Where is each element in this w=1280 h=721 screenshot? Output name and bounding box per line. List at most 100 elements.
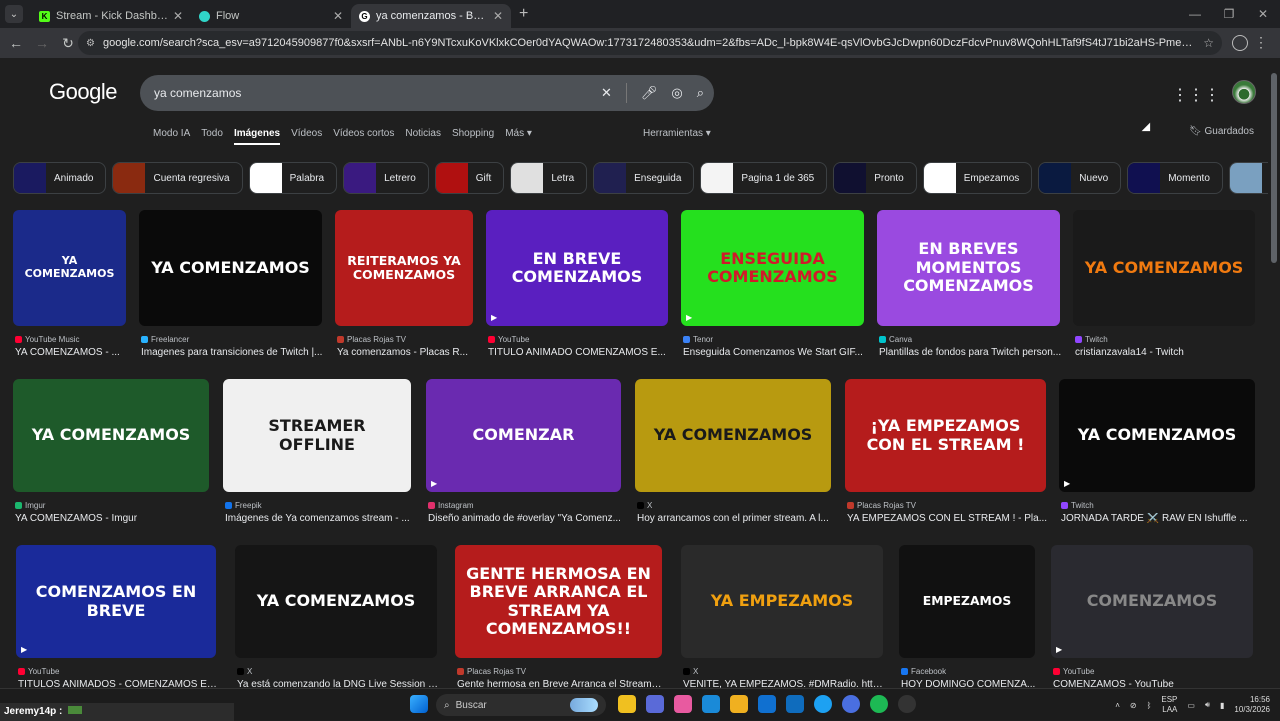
clear-icon[interactable]: ✕ [601,85,612,101]
result-thumbnail[interactable]: REITERAMOS YA COMENZAMOS [335,210,473,326]
result-source[interactable]: Twitch [1061,501,1257,510]
result-thumbnail[interactable]: COMENZAMOS ▶ [1051,545,1253,658]
result-thumbnail[interactable]: EN BREVE COMENZAMOS ▶ [486,210,668,326]
minimize-icon[interactable]: — [1178,7,1212,21]
google-apps-icon[interactable]: ⋮⋮⋮ [1172,85,1220,105]
microphone-icon[interactable]: 🎤︎ [641,85,658,101]
folder-icon[interactable] [730,695,748,713]
bluetooth-icon[interactable]: ᛒ [1147,701,1152,710]
network-off-icon[interactable]: ⊘ [1130,701,1137,710]
restore-icon[interactable]: ❐ [1212,7,1246,21]
chevron-up-icon[interactable]: ˄ [1115,701,1120,710]
browser-tab-google[interactable]: G ya comenzamos - Buscar con G ✕ [351,4,511,28]
result-thumbnail[interactable]: EMPEZAMOS [899,545,1035,658]
result-title[interactable]: Plantillas de fondos para Twitch person.… [879,347,1062,358]
tab-videos[interactable]: Vídeos [291,128,322,145]
result-thumbnail[interactable]: STREAMER OFFLINE [223,379,411,492]
filter-chip[interactable]: Cuenta regresiva [112,162,243,194]
tab-todo[interactable]: Todo [201,128,223,145]
result-thumbnail[interactable]: YA COMENZAMOS [1073,210,1255,326]
taskbar-search[interactable]: ⌕ Buscar [436,694,606,716]
result-thumbnail[interactable]: YA COMENZAMOS [139,210,322,326]
result-source[interactable]: Imgur [15,501,211,510]
site-info-icon[interactable]: ⚙ [86,38,95,49]
result-thumbnail[interactable]: EN BREVES MOMENTOS COMENZAMOS [877,210,1060,326]
tab-noticias[interactable]: Noticias [405,128,441,145]
result-source[interactable]: Placas Rojas TV [847,501,1048,510]
result-title[interactable]: Hoy arrancamos con el primer stream. A l… [637,513,833,524]
browser-tab-kick[interactable]: K Stream - Kick Dashboard ✕ [31,4,191,28]
result-title[interactable]: JORNADA TARDE ⚔️ RAW EN Ishuffle ... [1061,513,1257,524]
filter-chip[interactable]: Letra [510,162,588,194]
filter-chip[interactable]: Momento [1127,162,1223,194]
result-source[interactable]: YouTube [18,667,218,676]
result-title[interactable]: Imágenes de Ya comenzamos stream - ... [225,513,413,524]
teams-icon[interactable] [646,695,664,713]
filter-chip[interactable]: Pronto [833,162,917,194]
page-scrollbar[interactable] [1268,58,1280,688]
new-tab-button[interactable]: + [519,5,528,23]
bookmark-star-icon[interactable]: ☆ [1203,36,1214,50]
result-thumbnail[interactable]: ENSEGUIDA COMENZAMOS ▶ [681,210,864,326]
copilot-icon[interactable] [674,695,692,713]
input-language[interactable]: ESP LAA [1161,695,1177,715]
filter-chip[interactable]: Enseguida [593,162,695,194]
filter-chip[interactable]: Palabra [248,162,338,194]
filter-chip[interactable]: Letrero [343,162,429,194]
saved-button[interactable]: 🔖︎ Guardados [1189,126,1254,137]
obs-icon[interactable] [898,695,916,713]
discord-icon[interactable] [842,695,860,713]
result-source[interactable]: Instagram [428,501,623,510]
display-icon[interactable]: ▭ [1187,701,1195,710]
google-logo[interactable]: Google [49,79,117,105]
result-source[interactable]: Freepik [225,501,413,510]
result-source[interactable]: Freelancer [141,335,324,344]
reload-icon[interactable]: ↻ [56,35,80,52]
result-thumbnail[interactable]: YA COMENZAMOS [13,210,126,326]
store-icon[interactable] [758,695,776,713]
result-title[interactable]: Imagenes para transiciones de Twitch |..… [141,347,324,358]
result-source[interactable]: Twitch [1075,335,1257,344]
filter-chip[interactable]: Animado [13,162,107,194]
result-title[interactable]: YA COMENZAMOS - ... [15,347,128,358]
result-thumbnail[interactable]: COMENZAR ▶ [426,379,621,492]
result-thumbnail[interactable]: YA COMENZAMOS [635,379,831,492]
spotify-icon[interactable] [870,695,888,713]
result-source[interactable]: YouTube Music [15,335,128,344]
tools-button[interactable]: Herramientas ▾ [643,128,711,139]
filter-chip[interactable]: Gift [434,162,505,194]
tab-videos-cortos[interactable]: Vídeos cortos [333,128,394,145]
result-title[interactable]: YA EMPEZAMOS CON EL STREAM ! - Pla... [847,513,1048,524]
result-source[interactable]: Tenor [683,335,866,344]
battery-icon[interactable]: ▮ [1220,701,1224,710]
result-thumbnail[interactable]: GENTE HERMOSA EN BREVE ARRANCA EL STREAM… [455,545,662,658]
tab-shopping[interactable]: Shopping [452,128,494,145]
result-source[interactable]: X [637,501,833,510]
address-bar[interactable]: ⚙ google.com/search?sca_esv=a97120459098… [78,31,1222,55]
result-source[interactable]: Canva [879,335,1062,344]
result-title[interactable]: TITULO ANIMADO COMENZAMOS E... [488,347,670,358]
volume-icon[interactable]: 🔊︎ [1205,700,1210,710]
edge-icon[interactable] [702,695,720,713]
close-tab-icon[interactable]: ✕ [493,9,503,23]
file-explorer-icon[interactable] [618,695,636,713]
result-source[interactable]: Placas Rojas TV [337,335,475,344]
browser-tab-flow[interactable]: Flow ✕ [191,4,351,28]
result-title[interactable]: YA COMENZAMOS - Imgur [15,513,211,524]
filter-chip[interactable]: Pagina 1 de 365 [700,162,828,194]
result-source[interactable]: X [237,667,439,676]
result-thumbnail[interactable]: YA EMPEZAMOS [681,545,883,658]
search-icon[interactable]: ⌕ [697,85,704,101]
filter-chip[interactable]: Empezamos [922,162,1033,194]
result-thumbnail[interactable]: YA COMENZAMOS [235,545,437,658]
result-source[interactable]: Placas Rojas TV [457,667,664,676]
search-input[interactable]: ya comenzamos ✕ 🎤︎ ◎ ⌕ [140,75,714,111]
clock[interactable]: 16:56 10/3/2026 [1234,695,1270,715]
tab-modo-ia[interactable]: Modo IA [153,128,190,145]
tab-search-button[interactable]: ⌄ [5,5,23,23]
result-thumbnail[interactable]: COMENZAMOS EN BREVE ▶ [16,545,216,658]
result-thumbnail[interactable]: ¡YA EMPEZAMOS CON EL STREAM ! [845,379,1046,492]
outlook-icon[interactable] [786,695,804,713]
chrome-icon[interactable] [814,695,832,713]
result-source[interactable]: YouTube [488,335,670,344]
